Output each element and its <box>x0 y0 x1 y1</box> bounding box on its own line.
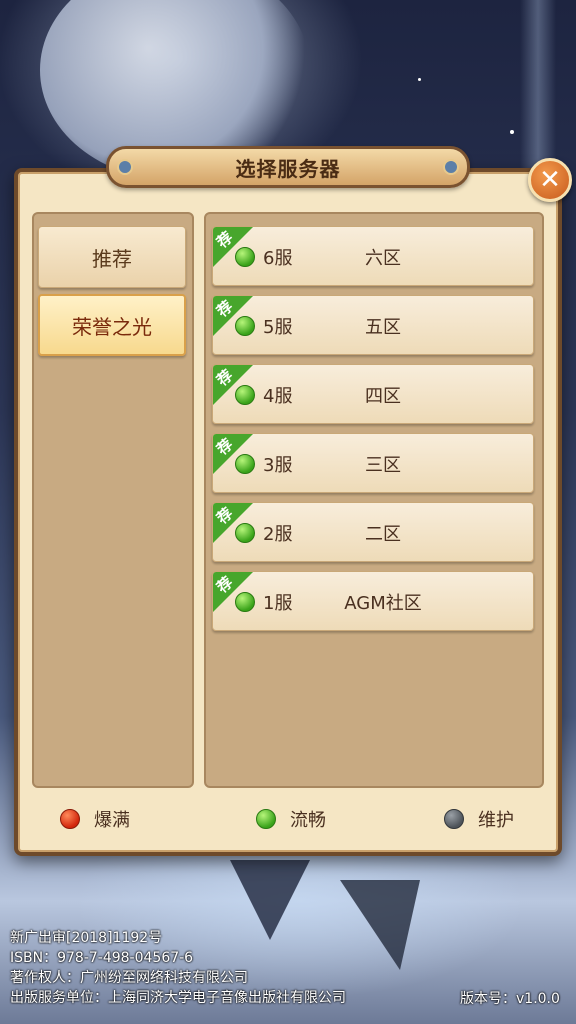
server-name: 2服 <box>263 524 293 545</box>
status-smooth-icon <box>235 247 255 267</box>
background-star <box>418 78 421 81</box>
legend-label: 爆满 <box>94 810 130 831</box>
server-name: 4服 <box>263 386 293 407</box>
server-area: AGM社区 <box>344 593 422 614</box>
legend-full: 爆满 <box>60 806 130 832</box>
server-area: 三区 <box>365 455 401 476</box>
background-star <box>510 130 514 134</box>
close-icon: ✕ <box>539 165 561 195</box>
approval-number: 新广出审[2018]1192号 <box>10 930 163 946</box>
server-row[interactable]: 荐 3服 三区 <box>212 433 534 493</box>
status-maintenance-icon <box>444 809 464 829</box>
background-shard <box>340 880 420 970</box>
server-row[interactable]: 荐 5服 五区 <box>212 295 534 355</box>
legend-maintenance: 维护 <box>444 806 514 832</box>
status-full-icon <box>60 809 80 829</box>
publisher: 出版服务单位：上海同济大学电子音像出版社有限公司 <box>10 990 346 1006</box>
status-smooth-icon <box>235 316 255 336</box>
publication-info: 新广出审[2018]1192号 ISBN：978-7-498-04567-6 著… <box>10 928 346 1008</box>
category-tab-honor-light[interactable]: 荣誉之光 <box>38 294 186 356</box>
status-smooth-icon <box>235 385 255 405</box>
status-smooth-icon <box>256 809 276 829</box>
isbn: ISBN：978-7-498-04567-6 <box>10 950 194 966</box>
legend-label: 流畅 <box>290 810 326 831</box>
legend-smooth: 流畅 <box>256 806 326 832</box>
server-name: 3服 <box>263 455 293 476</box>
server-area: 六区 <box>365 248 401 269</box>
server-name: 6服 <box>263 248 293 269</box>
dialog-title: 选择服务器 <box>235 156 341 181</box>
server-row[interactable]: 荐 2服 二区 <box>212 502 534 562</box>
status-smooth-icon <box>235 592 255 612</box>
category-tab-label: 推荐 <box>92 246 132 271</box>
server-row[interactable]: 荐 6服 六区 <box>212 226 534 286</box>
copyright-owner: 著作权人：广州纷至网络科技有限公司 <box>10 970 248 986</box>
category-tab-recommended[interactable]: 推荐 <box>38 226 186 288</box>
server-row[interactable]: 荐 4服 四区 <box>212 364 534 424</box>
close-button[interactable]: ✕ <box>528 158 572 202</box>
category-tab-label: 荣誉之光 <box>72 314 152 339</box>
legend-label: 维护 <box>478 810 514 831</box>
server-area: 二区 <box>365 524 401 545</box>
server-row[interactable]: 荐 1服 AGM社区 <box>212 571 534 631</box>
status-smooth-icon <box>235 454 255 474</box>
server-name: 5服 <box>263 317 293 338</box>
server-area: 五区 <box>365 317 401 338</box>
server-name: 1服 <box>263 593 293 614</box>
status-smooth-icon <box>235 523 255 543</box>
version-number: 版本号：v1.0.0 <box>460 991 560 1007</box>
server-area: 四区 <box>365 386 401 407</box>
dialog-title-bar: 选择服务器 <box>106 146 470 188</box>
